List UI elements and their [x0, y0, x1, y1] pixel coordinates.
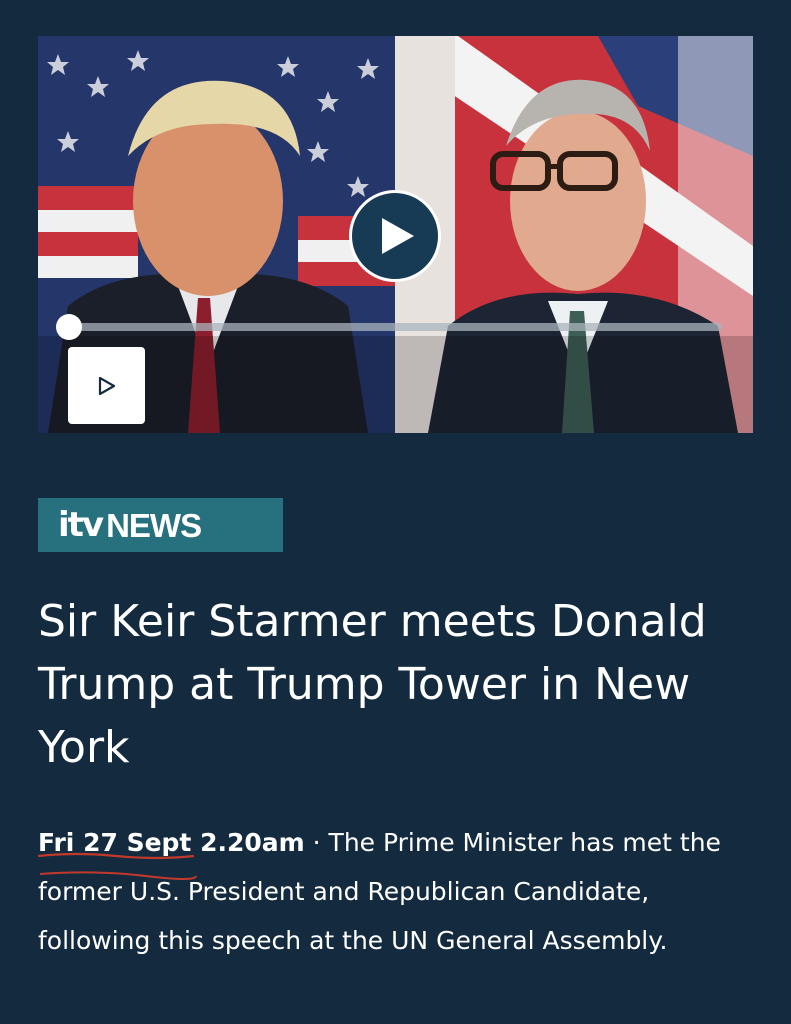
article-summary: Fri 27 Sept 2.20am · The Prime Minister … — [38, 818, 758, 965]
play-outline-icon — [98, 376, 115, 395]
news-label: NEWS — [106, 506, 202, 544]
article-headline: Sir Keir Starmer meets Donald Trump at T… — [38, 596, 707, 773]
video-player[interactable] — [38, 36, 753, 433]
progress-knob[interactable] — [56, 314, 82, 340]
itv-news-logo: itv NEWS — [38, 498, 283, 552]
play-button[interactable] — [349, 190, 441, 282]
itv-logo-text: itv — [58, 505, 104, 545]
red-underline-annotation — [37, 852, 197, 880]
progress-bar[interactable] — [68, 323, 722, 331]
play-icon — [382, 218, 414, 254]
small-play-button[interactable] — [68, 347, 145, 424]
separator: · — [312, 828, 321, 857]
